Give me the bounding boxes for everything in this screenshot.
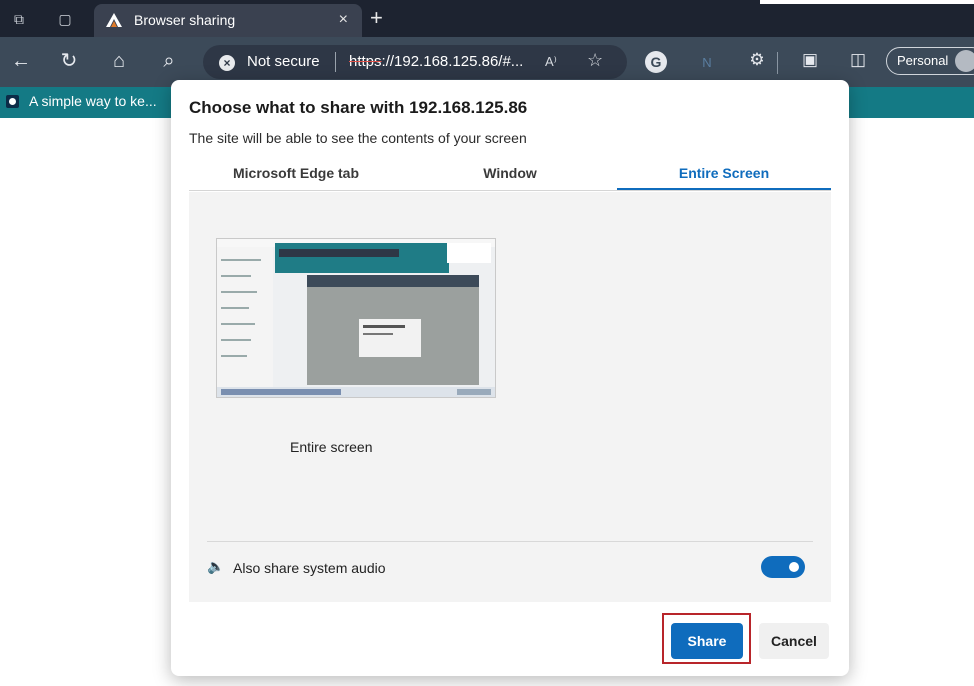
not-secure-icon: × bbox=[219, 55, 235, 71]
grammarly-extension-icon[interactable]: G bbox=[645, 51, 667, 73]
share-source-tabs: Microsoft Edge tab Window Entire Screen bbox=[189, 156, 831, 191]
tab-entire-screen[interactable]: Entire Screen bbox=[617, 156, 831, 190]
extensions-icon[interactable]: ⚙ bbox=[745, 49, 769, 71]
cancel-button[interactable]: Cancel bbox=[759, 623, 829, 659]
share-button[interactable]: Share bbox=[671, 623, 743, 659]
profile-label: Personal bbox=[897, 53, 949, 68]
extension-icon[interactable]: N bbox=[695, 52, 719, 74]
tab-microsoft-edge-tab[interactable]: Microsoft Edge tab bbox=[189, 156, 403, 190]
dialog-subtitle: The site will be able to see the content… bbox=[189, 130, 527, 146]
home-button[interactable]: ⌂ bbox=[106, 50, 132, 72]
entire-screen-thumbnail[interactable] bbox=[216, 238, 496, 398]
favorite-item-label: A simple way to ke... bbox=[29, 93, 157, 109]
new-tab-button[interactable]: + bbox=[370, 6, 383, 30]
screen-preview-image bbox=[217, 239, 495, 397]
toolbar-divider bbox=[777, 52, 778, 74]
toggle-knob bbox=[789, 562, 799, 572]
background-text-fragment: g bbox=[760, 0, 974, 4]
share-dialog: Choose what to share with 192.168.125.86… bbox=[171, 80, 849, 676]
cast-icon[interactable]: ▣ bbox=[798, 49, 822, 71]
address-divider bbox=[335, 52, 336, 72]
not-secure-label[interactable]: Not secure bbox=[247, 53, 320, 70]
url-text[interactable]: https://192.168.125.86/#... bbox=[349, 53, 523, 70]
split-screen-icon[interactable]: ◫ bbox=[846, 49, 870, 71]
tab-title: Browser sharing bbox=[134, 12, 236, 28]
speaker-icon: 🔈 bbox=[207, 558, 225, 574]
tab-actions-icon[interactable]: ▢ bbox=[56, 10, 74, 28]
address-bar[interactable]: × Not secure https://192.168.125.86/#...… bbox=[203, 45, 627, 79]
url-scheme: https bbox=[349, 53, 382, 70]
entire-screen-label: Entire screen bbox=[290, 439, 373, 455]
title-bar: ⧉ ▢ Browser sharing × + g bbox=[0, 0, 974, 37]
workspaces-icon[interactable]: ⧉ bbox=[10, 10, 28, 28]
dialog-title: Choose what to share with 192.168.125.86 bbox=[189, 98, 528, 117]
search-button[interactable]: ⌕ bbox=[156, 50, 182, 72]
url-host: ://192.168.125.86/#... bbox=[381, 53, 524, 70]
refresh-button[interactable]: ↻ bbox=[56, 50, 82, 72]
favorite-site-icon bbox=[6, 95, 19, 108]
share-audio-label: Also share system audio bbox=[233, 560, 386, 576]
tab-window[interactable]: Window bbox=[403, 156, 617, 190]
panel-divider bbox=[207, 541, 813, 542]
read-aloud-icon[interactable]: A⁾ bbox=[545, 54, 557, 70]
back-button[interactable]: ← bbox=[8, 50, 34, 72]
favorite-star-icon[interactable]: ☆ bbox=[587, 50, 603, 71]
profile-button[interactable]: Personal bbox=[886, 47, 974, 75]
share-audio-toggle[interactable] bbox=[761, 556, 805, 578]
screen-picker-panel: Entire screen 🔈 Also share system audio bbox=[189, 192, 831, 602]
browser-tab[interactable]: Browser sharing × bbox=[94, 4, 362, 37]
site-logo-icon bbox=[106, 13, 122, 27]
tab-close-button[interactable]: × bbox=[339, 11, 348, 29]
avatar bbox=[955, 50, 974, 72]
